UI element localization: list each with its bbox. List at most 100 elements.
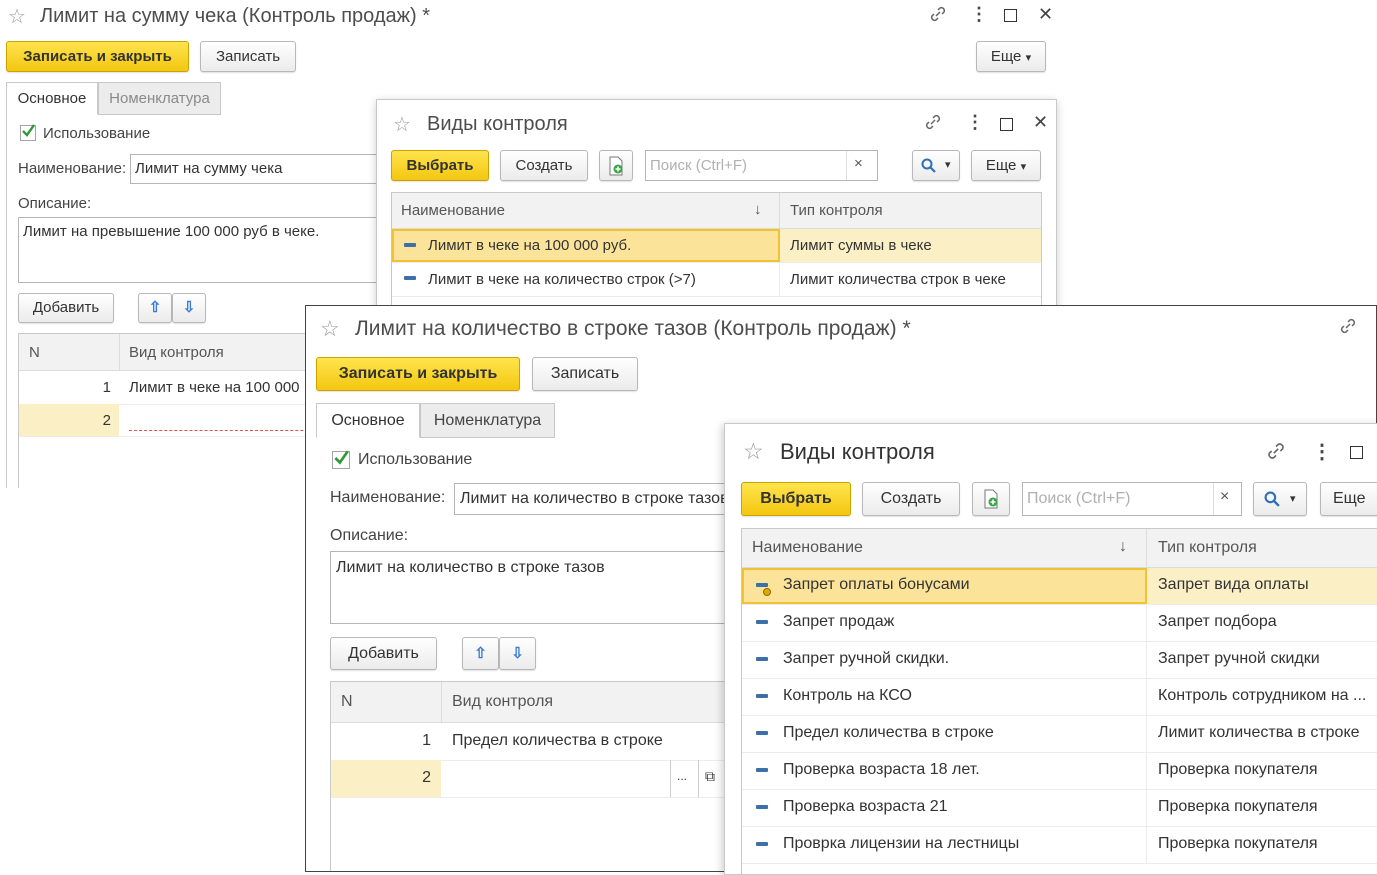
col-n-header[interactable]: N [341, 693, 353, 711]
table-header: N Вид контроля [331, 682, 749, 723]
row-kind: Лимит в чеке на 100 000 [129, 379, 300, 396]
item-icon [756, 768, 768, 772]
item-name: Предел количества в строке [783, 724, 994, 741]
move-down-button[interactable]: ⇩ [172, 293, 206, 323]
move-up-button[interactable]: ⇧ [138, 293, 172, 323]
use-checkbox[interactable] [20, 124, 36, 141]
col-name-header[interactable]: Наименование [401, 202, 505, 219]
list-item[interactable]: Лимит в чеке на 100 000 руб. Лимит суммы… [392, 229, 1041, 263]
desc-field[interactable]: Лимит на превышение 100 000 руб в чеке. [18, 217, 390, 283]
create-button[interactable]: Создать [500, 150, 588, 181]
name-label: Наименование: [330, 489, 446, 506]
table-row[interactable]: 1 Предел количества в строке [331, 723, 749, 761]
name-field[interactable]: Лимит на количество в строке тазов [454, 483, 734, 515]
col-n-header[interactable]: N [29, 344, 40, 361]
list-item[interactable]: Запрет ручной скидки. Запрет ручной скид… [742, 641, 1377, 679]
link-icon[interactable] [1265, 440, 1287, 466]
tab-main[interactable]: Основное [6, 82, 98, 115]
save-and-close-button[interactable]: Записать и закрыть [6, 41, 189, 72]
save-button[interactable]: Записать [532, 357, 638, 391]
select-button[interactable]: Выбрать [741, 482, 851, 516]
close-icon[interactable]: ✕ [1038, 4, 1053, 25]
sort-icon[interactable]: ↓ [754, 201, 762, 218]
clear-icon[interactable]: × [854, 155, 863, 172]
favorite-star-icon[interactable]: ☆ [8, 4, 26, 29]
desc-field[interactable]: Лимит на количество в строке тазов [330, 551, 734, 624]
item-icon [404, 243, 416, 247]
list-item[interactable]: Проверка возраста 18 лет. Проверка покуп… [742, 752, 1377, 790]
list-item[interactable]: Проврка лицензии на лестницы Проверка по… [742, 826, 1377, 864]
create-copy-button[interactable] [972, 482, 1010, 516]
maximize-icon[interactable] [1004, 9, 1017, 22]
item-name: Запрет ручной скидки. [783, 650, 950, 667]
favorite-star-icon[interactable]: ☆ [743, 438, 764, 465]
col-type-header[interactable]: Тип контроля [790, 202, 883, 219]
favorite-star-icon[interactable]: ☆ [320, 316, 340, 342]
search-button[interactable]: ▾ [912, 150, 960, 181]
item-type: Запрет подбора [1158, 613, 1277, 630]
more-button[interactable]: Еще ▾ [971, 150, 1041, 181]
header-divider [441, 682, 442, 722]
link-icon[interactable] [923, 112, 943, 136]
menu-icon[interactable]: ⋮ [1312, 439, 1332, 464]
select-button[interactable]: Выбрать [391, 150, 489, 181]
sort-icon[interactable]: ↓ [1119, 538, 1127, 556]
list-item[interactable]: Предел количества в строке Лимит количес… [742, 715, 1377, 753]
arrow-up-icon: ⇧ [148, 299, 162, 316]
open-icon[interactable]: ⧉ [705, 768, 715, 785]
more-label: Еще [990, 48, 1022, 65]
col-type-header[interactable]: Тип контроля [1158, 539, 1257, 557]
list-item[interactable]: Лимит в чеке на количество строк (>7) Ли… [392, 262, 1041, 297]
move-down-button[interactable]: ⇩ [499, 637, 536, 670]
tab-nomenclature[interactable]: Номенклатура [420, 403, 555, 438]
save-button[interactable]: Записать [200, 41, 296, 72]
create-copy-button[interactable] [599, 150, 633, 181]
favorite-star-icon[interactable]: ☆ [393, 112, 411, 137]
caret-icon: ▾ [1025, 52, 1032, 64]
create-button[interactable]: Создать [862, 482, 960, 516]
more-button[interactable]: Еще [1320, 482, 1377, 516]
search-input[interactable]: Поиск (Ctrl+F) × [1022, 482, 1242, 516]
close-icon[interactable]: ✕ [1033, 112, 1048, 133]
tab-nomenclature[interactable]: Номенклатура [98, 82, 221, 115]
caret-icon: ▾ [945, 159, 951, 171]
search-button[interactable]: ▾ [1253, 482, 1307, 516]
link-icon[interactable] [1338, 316, 1358, 340]
item-name: Лимит в чеке на 100 000 руб. [428, 237, 632, 254]
window-title: Виды контроля [780, 439, 935, 464]
choose-button[interactable]: ... [677, 769, 687, 783]
tab-main[interactable]: Основное [316, 403, 420, 438]
item-type: Лимит количества в строке [1158, 724, 1360, 741]
search-divider [846, 151, 847, 180]
add-button[interactable]: Добавить [18, 293, 114, 323]
list-item[interactable]: Контроль на КСО Контроль сотрудником на … [742, 678, 1377, 716]
row-divider [1146, 715, 1147, 752]
link-icon[interactable] [928, 4, 948, 28]
name-label: Наименование: [18, 160, 127, 177]
col-kind-header[interactable]: Вид контроля [129, 344, 224, 361]
maximize-icon[interactable] [1000, 118, 1013, 131]
menu-icon[interactable]: ⋮ [966, 112, 984, 133]
menu-icon[interactable]: ⋮ [970, 4, 988, 25]
item-name: Запрет оплаты бонусами [783, 576, 970, 593]
clear-icon[interactable]: × [1220, 488, 1229, 506]
list-item[interactable]: Запрет оплаты бонусами Запрет вида оплат… [742, 568, 1377, 605]
save-and-close-button[interactable]: Записать и закрыть [316, 357, 520, 391]
col-kind-header[interactable]: Вид контроля [452, 693, 553, 711]
header-divider [1146, 529, 1147, 567]
item-name: Лимит в чеке на количество строк (>7) [428, 271, 696, 288]
add-button[interactable]: Добавить [330, 637, 437, 670]
caret-icon: ▾ [1290, 493, 1296, 505]
col-name-header[interactable]: Наименование [752, 539, 863, 557]
more-button[interactable]: Еще ▾ [976, 41, 1046, 72]
list-item[interactable]: Проверка возраста 21 Проверка покупателя [742, 789, 1377, 827]
table-row[interactable]: 2 ... ⧉ [331, 760, 749, 798]
item-icon [756, 842, 768, 846]
use-checkbox[interactable] [332, 450, 350, 469]
list-item[interactable]: Запрет продаж Запрет подбора [742, 604, 1377, 642]
maximize-icon[interactable] [1350, 446, 1363, 459]
name-field[interactable]: Лимит на сумму чека [130, 154, 390, 184]
move-up-button[interactable]: ⇧ [462, 637, 499, 670]
search-input[interactable]: Поиск (Ctrl+F) × [645, 150, 878, 181]
row-kind: Предел количества в строке [452, 732, 663, 749]
